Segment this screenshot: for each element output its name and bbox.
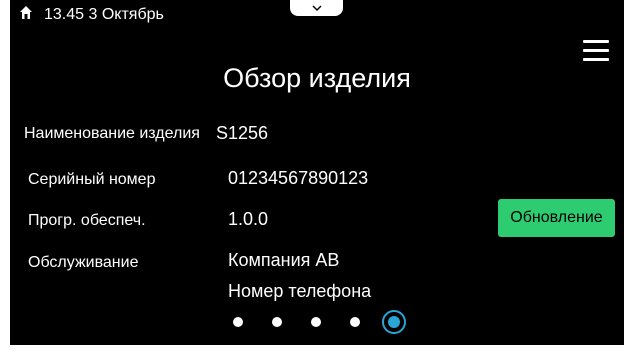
date-time: 13.45 3 Октябрь (44, 6, 164, 23)
software-label: Прогр. обеспеч. (28, 212, 146, 229)
page-dot[interactable] (233, 317, 243, 327)
product-name-label: Наименование изделия (24, 125, 200, 142)
serial-number-value: 01234567890123 (228, 168, 369, 188)
page-title: Обзор изделия (223, 63, 411, 93)
product-overview-screen: 13.45 3 Октябрь Обзор изделия Наименован… (10, 0, 624, 345)
page-indicator (226, 309, 416, 335)
home-icon (19, 5, 33, 21)
page-dot-active[interactable] (382, 310, 406, 334)
product-name-value: S1256 (216, 123, 269, 143)
page-dot[interactable] (350, 317, 360, 327)
pull-down-tab[interactable] (290, 0, 343, 16)
service-company-value: Компания АВ (228, 250, 340, 270)
chevron-down-icon (312, 5, 322, 12)
service-label: Обслуживание (28, 254, 139, 271)
page-dot[interactable] (311, 317, 321, 327)
service-phone-value: Номер телефона (228, 281, 372, 301)
page-dot[interactable] (272, 317, 282, 327)
serial-number-label: Серийный номер (28, 171, 156, 188)
software-version-value: 1.0.0 (228, 209, 269, 229)
update-button[interactable]: Обновление (498, 199, 615, 237)
menu-icon[interactable] (583, 40, 609, 62)
